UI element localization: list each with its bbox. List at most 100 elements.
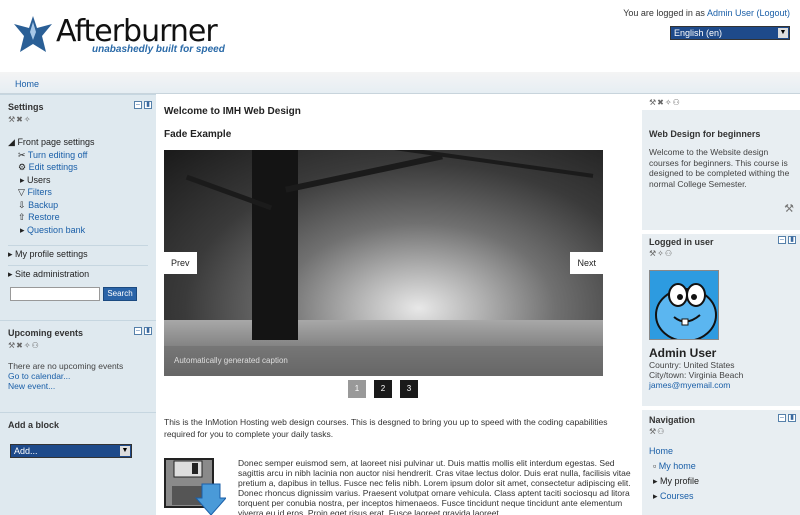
main-content: Welcome to IMH Web Design Fade Example P…	[156, 94, 642, 515]
right-column: ⚒✖✧⚇ Web Design for beginners Welcome to…	[642, 94, 800, 515]
block-tools-icons[interactable]: ⚒✖✧⚇	[8, 341, 40, 350]
restore-link[interactable]: Restore	[28, 212, 60, 222]
dock-icon[interactable]: ▮	[144, 327, 152, 335]
user-country: Country: United States	[649, 360, 735, 370]
nav-item-home[interactable]: Home	[649, 444, 699, 459]
site-administration[interactable]: ▸ Site administration	[8, 265, 148, 281]
collapse-icon[interactable]: –	[778, 236, 786, 244]
jet-logo-icon	[14, 16, 52, 52]
filter-icon: ▽	[18, 187, 25, 197]
upcoming-events-title: Upcoming events	[8, 328, 84, 338]
search-button[interactable]: Search	[103, 287, 137, 301]
pager-3[interactable]: 3	[400, 380, 418, 398]
next-button[interactable]: Next	[570, 252, 603, 274]
dock-icon[interactable]: ▮	[144, 101, 152, 109]
settings-block: Settings – ▮ ⚒✖✧ ◢ Front page settings ✂…	[0, 94, 156, 316]
dock-icon[interactable]: ▮	[788, 236, 796, 244]
triangle-right-icon: ▸	[653, 476, 658, 486]
user-email-link[interactable]: james@myemail.com	[649, 380, 730, 390]
no-events-text: There are no upcoming events	[8, 361, 124, 371]
settings-search-input[interactable]	[10, 287, 100, 301]
nav-courses-link[interactable]: Courses	[660, 491, 694, 501]
turn-editing-off-item[interactable]: ✂ Turn editing off	[8, 149, 94, 162]
navigation-block: Navigation – ▮ ⚒⚇ Home ▫ My home ▸ My pr…	[642, 410, 800, 515]
web-design-text: Welcome to the Website design courses fo…	[649, 147, 790, 189]
go-to-calendar-link[interactable]: Go to calendar...	[8, 371, 70, 381]
floppy-download-icon	[164, 458, 226, 515]
caption-bar: Automatically generated caption	[164, 346, 603, 376]
web-design-title: Web Design for beginners	[649, 129, 761, 139]
breadcrumb-home[interactable]: Home	[15, 79, 39, 89]
turn-editing-off-link[interactable]: Turn editing off	[28, 150, 88, 160]
login-prefix: You are logged in as	[623, 8, 707, 18]
navbar: Home	[0, 72, 800, 94]
backup-item[interactable]: ⇩ Backup	[8, 199, 94, 212]
chevron-down-icon: ▼	[778, 28, 788, 38]
wrench-icon[interactable]: ⚒	[784, 202, 794, 215]
collapse-icon[interactable]: –	[134, 101, 142, 109]
triangle-right-icon: ▸	[8, 269, 13, 279]
block-tools-icons[interactable]: ⚒✖✧⚇	[649, 98, 681, 107]
slide-tree-trunk	[252, 150, 298, 340]
settings-title: Settings	[8, 102, 44, 112]
nav-item-my-profile[interactable]: ▸ My profile	[649, 474, 699, 489]
cartoon-avatar-icon	[650, 271, 718, 339]
block-controls: – ▮	[134, 327, 152, 335]
user-name: Admin User	[649, 346, 717, 360]
web-design-block: Web Design for beginners Welcome to the …	[642, 110, 800, 230]
nav-item-courses[interactable]: ▸ Courses	[649, 489, 699, 504]
edit-settings-item[interactable]: ⚙ Edit settings	[8, 161, 94, 174]
add-block-title: Add a block	[8, 420, 60, 430]
site-header: Afterburner unabashedly built for speed …	[0, 0, 800, 72]
edit-tool-icon: ✂	[18, 149, 26, 160]
users-item[interactable]: ▸ Users	[8, 174, 94, 187]
triangle-right-icon: ▸	[8, 249, 13, 259]
block-tools-icons[interactable]: ⚒✖✧	[8, 115, 32, 124]
slide-caption: Automatically generated caption	[174, 356, 288, 365]
prev-button[interactable]: Prev	[164, 252, 197, 274]
collapse-icon[interactable]: –	[134, 327, 142, 335]
edit-settings-link[interactable]: Edit settings	[29, 162, 78, 172]
logout-link[interactable]: (Logout)	[756, 8, 790, 18]
nav-item-my-home[interactable]: ▫ My home	[649, 459, 699, 474]
block-controls: – ▮	[134, 101, 152, 109]
my-profile-settings-label: My profile settings	[15, 249, 88, 259]
add-block-select[interactable]: Add... ▼	[10, 444, 132, 458]
block-tools-icons[interactable]: ⚒⚇	[649, 427, 665, 436]
upcoming-events-block: Upcoming events – ▮ ⚒✖✧⚇ There are no up…	[0, 320, 156, 402]
question-bank-item[interactable]: ▸ Question bank	[8, 224, 94, 237]
chevron-down-icon: ▼	[120, 446, 130, 456]
language-select[interactable]: English (en) ▼	[670, 26, 790, 40]
navigation-list: Home ▫ My home ▸ My profile ▸ Courses	[649, 444, 699, 504]
restore-item[interactable]: ⇧ Restore	[8, 211, 94, 224]
restore-icon: ⇧	[18, 212, 26, 222]
filters-item[interactable]: ▽ Filters	[8, 186, 94, 199]
navigation-title: Navigation	[649, 415, 696, 425]
collapse-icon[interactable]: –	[778, 414, 786, 422]
triangle-right-icon: ▸	[20, 174, 25, 185]
slide-branch	[285, 153, 443, 193]
page-title: Welcome to IMH Web Design	[164, 106, 301, 117]
pager-2[interactable]: 2	[374, 380, 392, 398]
my-profile-settings[interactable]: ▸ My profile settings	[8, 245, 148, 261]
front-page-settings[interactable]: ◢ Front page settings	[8, 136, 94, 149]
front-page-settings-label: Front page settings	[17, 137, 95, 147]
block-tools-icons[interactable]: ⚒✧⚇	[649, 249, 673, 258]
nav-home-link[interactable]: Home	[649, 446, 673, 456]
slider-heading: Fade Example	[164, 129, 232, 140]
add-block-value: Add...	[14, 446, 38, 456]
pager-1[interactable]: 1	[348, 380, 366, 398]
users-label: Users	[27, 174, 51, 185]
nav-my-home-link[interactable]: My home	[659, 461, 696, 471]
site-tagline: unabashedly built for speed	[92, 44, 225, 55]
triangle-right-icon: ▸	[653, 491, 658, 501]
dock-icon[interactable]: ▮	[788, 414, 796, 422]
user-city: City/town: Virginia Beach	[649, 370, 744, 380]
backup-link[interactable]: Backup	[28, 200, 58, 210]
filters-link[interactable]: Filters	[27, 187, 52, 197]
login-user-link[interactable]: Admin User	[707, 8, 754, 18]
add-block-block: Add a block Add... ▼	[0, 412, 156, 515]
new-event-link[interactable]: New event...	[8, 381, 55, 391]
lorem-text: Donec semper euismod sem, at laoreet nis…	[238, 458, 631, 515]
question-bank-link[interactable]: Question bank	[27, 225, 85, 235]
